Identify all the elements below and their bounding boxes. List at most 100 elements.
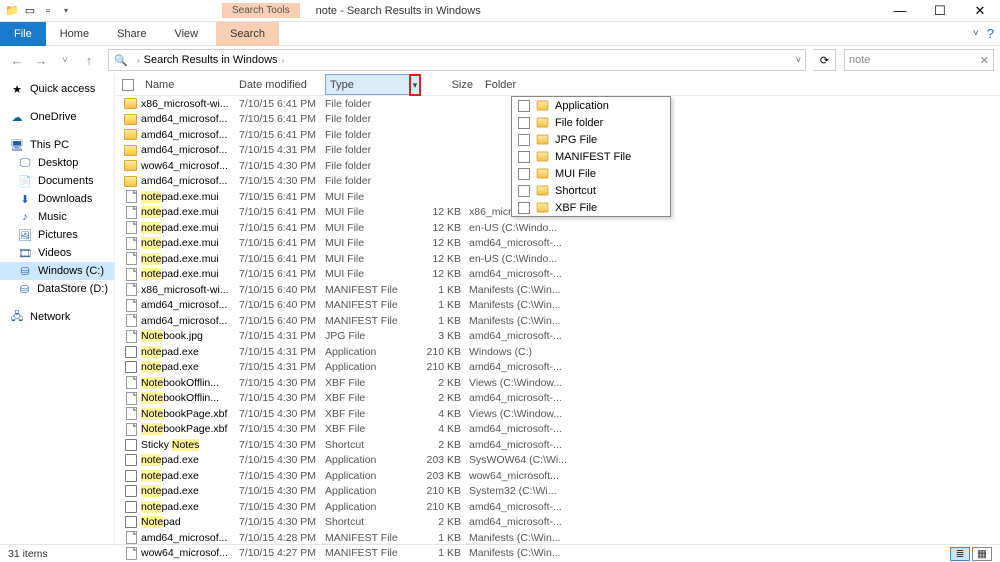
tab-search[interactable]: Search bbox=[216, 22, 279, 46]
tab-share[interactable]: Share bbox=[103, 22, 160, 46]
maximize-button[interactable]: ☐ bbox=[920, 0, 960, 22]
type-filter-label: JPG File bbox=[555, 134, 597, 146]
nav-up-button[interactable]: ↑ bbox=[78, 49, 100, 71]
filter-checkbox[interactable] bbox=[518, 168, 530, 180]
type-filter-option[interactable]: File folder bbox=[512, 114, 670, 131]
column-header-date[interactable]: Date modified bbox=[239, 79, 325, 91]
close-button[interactable]: ✕ bbox=[960, 0, 1000, 22]
table-row[interactable]: notepad.exe.mui7/10/15 6:41 PMMUI File12… bbox=[115, 251, 1000, 267]
clear-search-icon[interactable]: ✕ bbox=[980, 54, 989, 67]
column-header-folder[interactable]: Folder bbox=[481, 79, 571, 91]
sidebar-quick-access[interactable]: ★ Quick access bbox=[0, 80, 114, 98]
sidebar-item[interactable]: 🖼Pictures bbox=[0, 226, 114, 244]
tab-home[interactable]: Home bbox=[46, 22, 103, 46]
table-row[interactable]: notepad.exe7/10/15 4:30 PMApplication210… bbox=[115, 484, 1000, 500]
table-row[interactable]: amd64_microsof...7/10/15 6:40 PMMANIFEST… bbox=[115, 298, 1000, 314]
view-large-icons-button[interactable]: ▦ bbox=[972, 547, 992, 561]
filter-checkbox[interactable] bbox=[518, 202, 530, 214]
sidebar-item[interactable]: ♪Music bbox=[0, 208, 114, 226]
cell-folder: amd64_microsoft-... bbox=[469, 501, 589, 513]
type-filter-option[interactable]: JPG File bbox=[512, 131, 670, 148]
sidebar-item[interactable]: 🎞Videos bbox=[0, 244, 114, 262]
file-icon bbox=[126, 299, 137, 312]
cell-date: 7/10/15 4:30 PM bbox=[239, 454, 325, 466]
sidebar-onedrive[interactable]: ☁ OneDrive bbox=[0, 108, 114, 126]
sidebar-item[interactable]: 🖵Desktop bbox=[0, 154, 114, 172]
search-tools-context-tab: Search Tools bbox=[222, 3, 300, 18]
application-icon bbox=[125, 470, 137, 482]
cell-date: 7/10/15 6:41 PM bbox=[239, 206, 325, 218]
view-details-button[interactable]: ≣ bbox=[950, 547, 970, 561]
refresh-button[interactable]: ⟳ bbox=[814, 49, 836, 71]
table-row[interactable]: notepad.exe.mui7/10/15 6:41 PMMUI File12… bbox=[115, 220, 1000, 236]
type-filter-option[interactable]: MUI File bbox=[512, 165, 670, 182]
breadcrumb[interactable]: 🔍 › Search Results in Windows › ˅ bbox=[108, 49, 806, 71]
table-row[interactable]: notepad.exe7/10/15 4:30 PMApplication210… bbox=[115, 499, 1000, 515]
folder-icon bbox=[124, 129, 137, 140]
cell-size: 12 KB bbox=[421, 222, 469, 234]
cell-name: amd64_microsof... bbox=[141, 129, 239, 141]
tab-file[interactable]: File bbox=[0, 22, 46, 46]
minimize-button[interactable]: — bbox=[880, 0, 920, 22]
table-row[interactable]: NotebookPage.xbf7/10/15 4:30 PMXBF File4… bbox=[115, 422, 1000, 438]
table-row[interactable]: notepad.exe7/10/15 4:30 PMApplication203… bbox=[115, 468, 1000, 484]
table-row[interactable]: notepad.exe7/10/15 4:31 PMApplication210… bbox=[115, 344, 1000, 360]
table-row[interactable]: amd64_microsof...7/10/15 6:40 PMMANIFEST… bbox=[115, 313, 1000, 329]
type-filter-option[interactable]: Shortcut bbox=[512, 182, 670, 199]
nav-back-button[interactable]: ← bbox=[6, 49, 28, 71]
sidebar-item[interactable]: 📄Documents bbox=[0, 172, 114, 190]
filter-checkbox[interactable] bbox=[518, 185, 530, 197]
table-row[interactable]: NotebookPage.xbf7/10/15 4:30 PMXBF File4… bbox=[115, 406, 1000, 422]
table-row[interactable]: notepad.exe.mui7/10/15 6:41 PMMUI File12… bbox=[115, 267, 1000, 283]
qat-newfolder-icon[interactable]: ▫ bbox=[40, 3, 56, 19]
table-row[interactable]: notepad.exe.mui7/10/15 6:41 PMMUI File12… bbox=[115, 236, 1000, 252]
cell-name: NotebookPage.xbf bbox=[141, 408, 239, 420]
cell-size: 203 KB bbox=[421, 454, 469, 466]
file-icon bbox=[126, 392, 137, 405]
breadcrumb-segment[interactable]: Search Results in Windows bbox=[144, 54, 278, 66]
nav-forward-button[interactable]: → bbox=[30, 49, 52, 71]
sidebar-item-label: Documents bbox=[38, 175, 94, 187]
sidebar-network[interactable]: 🖧 Network bbox=[0, 308, 114, 326]
table-row[interactable]: Notebook.jpg7/10/15 4:31 PMJPG File3 KBa… bbox=[115, 329, 1000, 345]
table-row[interactable]: notepad.exe7/10/15 4:31 PMApplication210… bbox=[115, 360, 1000, 376]
filter-checkbox[interactable] bbox=[518, 100, 530, 112]
qat-customize-icon[interactable]: ▾ bbox=[58, 3, 74, 19]
filter-checkbox[interactable] bbox=[518, 151, 530, 163]
search-input[interactable]: note ✕ bbox=[844, 49, 994, 71]
table-row[interactable]: NotebookOfflin...7/10/15 4:30 PMXBF File… bbox=[115, 391, 1000, 407]
type-filter-dropdown-button[interactable]: ▾ bbox=[409, 74, 421, 96]
ribbon-expand-icon[interactable]: ˅ bbox=[973, 28, 979, 39]
filter-checkbox[interactable] bbox=[518, 134, 530, 146]
filter-checkbox[interactable] bbox=[518, 117, 530, 129]
chevron-right-icon[interactable]: › bbox=[282, 56, 285, 65]
column-header-size[interactable]: Size bbox=[421, 79, 481, 91]
type-filter-option[interactable]: MANIFEST File bbox=[512, 148, 670, 165]
cell-size: 1 KB bbox=[421, 284, 469, 296]
table-row[interactable]: x86_microsoft-wi...7/10/15 6:40 PMMANIFE… bbox=[115, 282, 1000, 298]
nav-recent-dropdown[interactable]: ˅ bbox=[54, 49, 76, 71]
column-header-name[interactable]: Name bbox=[141, 79, 239, 91]
sidebar-item[interactable]: ⛁Windows (C:) bbox=[0, 262, 114, 280]
qat-properties-icon[interactable]: ▭ bbox=[22, 3, 38, 19]
tab-view[interactable]: View bbox=[160, 22, 212, 46]
help-icon[interactable]: ? bbox=[987, 26, 994, 41]
table-row[interactable]: Sticky Notes7/10/15 4:30 PMShortcut2 KBa… bbox=[115, 437, 1000, 453]
type-filter-label: MANIFEST File bbox=[555, 151, 631, 163]
column-header-type[interactable]: Type ▾ bbox=[325, 74, 409, 95]
type-filter-option[interactable]: Application bbox=[512, 97, 670, 114]
sidebar-item[interactable]: ⛁DataStore (D:) bbox=[0, 280, 114, 298]
sidebar-item[interactable]: ⬇Downloads bbox=[0, 190, 114, 208]
type-filter-option[interactable]: XBF File bbox=[512, 199, 670, 216]
cell-type: MUI File bbox=[325, 206, 421, 218]
cell-size: 12 KB bbox=[421, 237, 469, 249]
breadcrumb-history-dropdown[interactable]: ˅ bbox=[796, 55, 801, 65]
chevron-right-icon[interactable]: › bbox=[137, 56, 140, 65]
table-row[interactable]: notepad.exe7/10/15 4:30 PMApplication203… bbox=[115, 453, 1000, 469]
select-all-checkbox[interactable] bbox=[122, 79, 134, 91]
sidebar-this-pc[interactable]: 🖥 This PC bbox=[0, 136, 114, 154]
table-row[interactable]: NotebookOfflin...7/10/15 4:30 PMXBF File… bbox=[115, 375, 1000, 391]
cell-name: amd64_microsof... bbox=[141, 144, 239, 156]
cell-folder: Windows (C:) bbox=[469, 346, 589, 358]
table-row[interactable]: Notepad7/10/15 4:30 PMShortcut2 KBamd64_… bbox=[115, 515, 1000, 531]
